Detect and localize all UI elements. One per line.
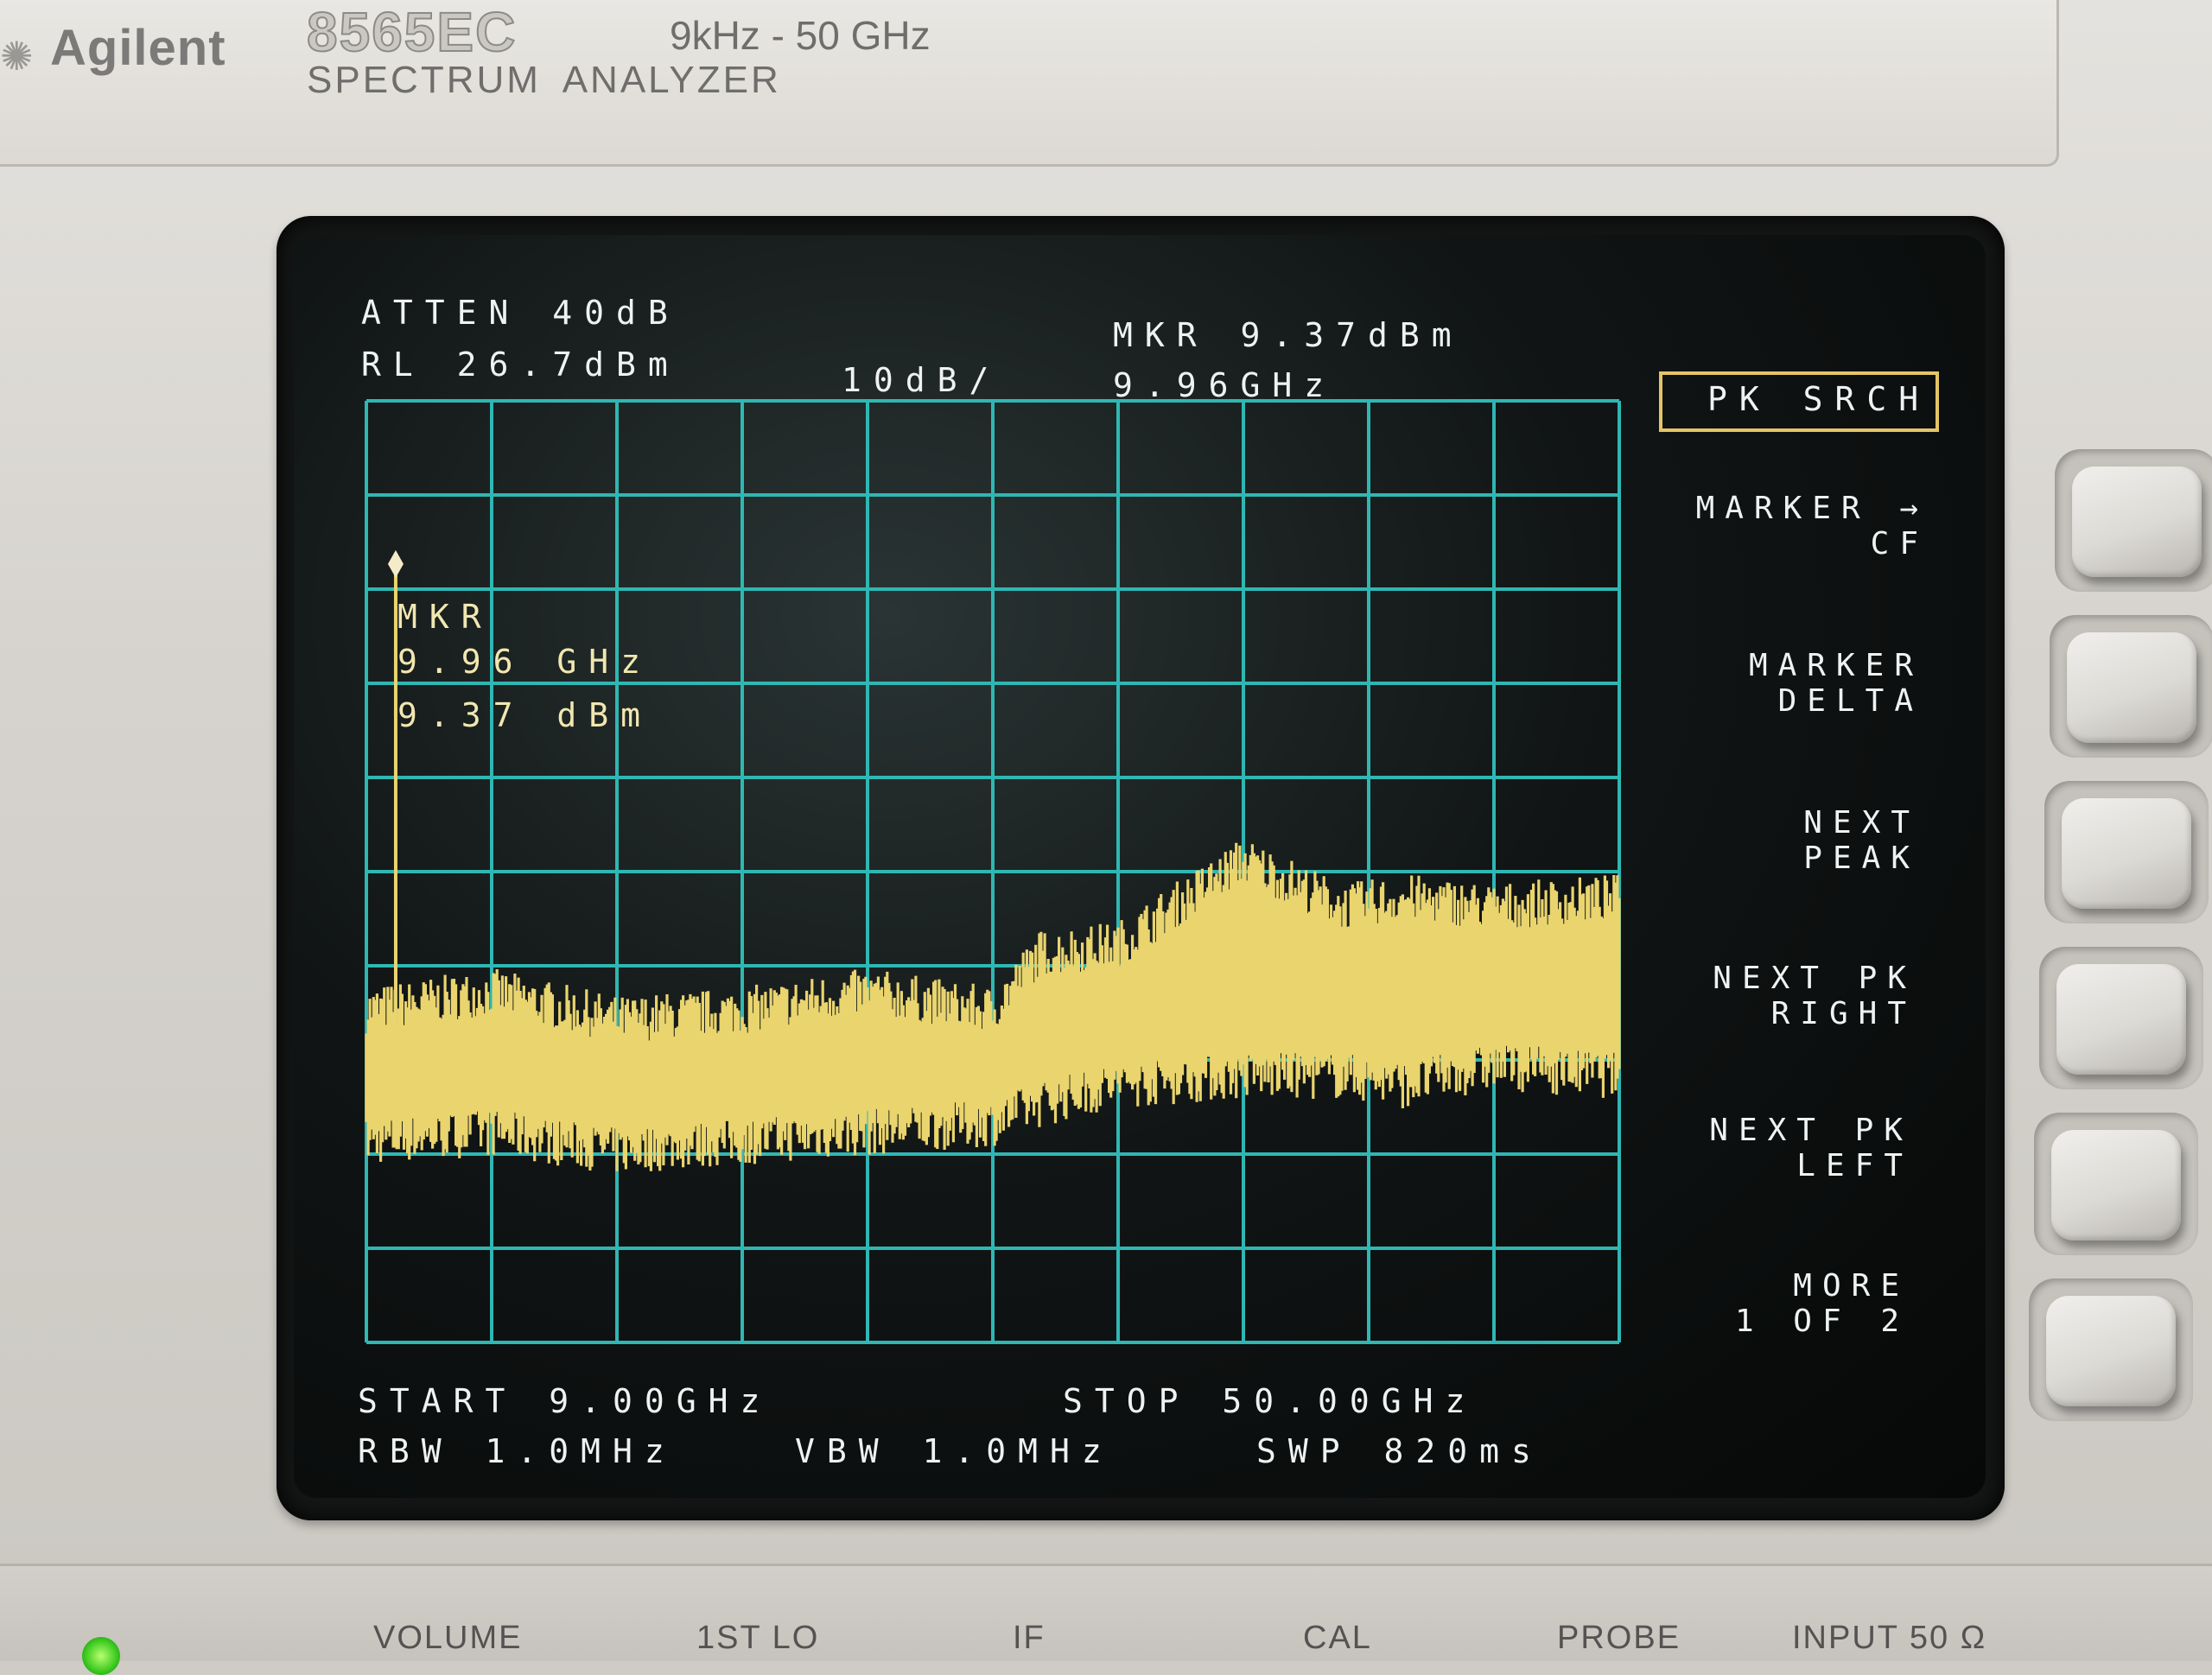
front-label-cal: CAL: [1303, 1620, 1372, 1656]
stop-frequency: STOP 50.00GHz: [1063, 1382, 1478, 1420]
softkey-button-next-pk-left[interactable]: [2051, 1130, 2181, 1240]
power-led-icon: [82, 1637, 120, 1675]
softkey-button-more[interactable]: [2046, 1296, 2176, 1406]
marker-label-amplitude: 9.37 dBm: [397, 696, 653, 734]
softkey-menu-title: PK SRCH: [1707, 380, 1931, 418]
model-number: 8565EC: [306, 0, 518, 64]
front-label-probe: PROBE: [1557, 1620, 1681, 1656]
softkey-label-marker-delta: MARKER DELTA: [1748, 648, 1923, 719]
instrument-top-panel: ✺ Agilent 8565EC 9kHz - 50 GHz SPECTRUM …: [0, 0, 2059, 167]
sweep-time-readout: SWP 820ms: [1256, 1432, 1543, 1470]
front-label-if: IF: [1013, 1620, 1046, 1656]
softkey-button-marker-cf[interactable]: [2072, 466, 2202, 577]
brand-logo-icon: ✺: [0, 33, 34, 79]
crt-screen: ATTEN 40dB RL 26.7dBm 10dB/ MKR 9.37dBm …: [294, 235, 1986, 1498]
softkey-button-next-peak[interactable]: [2062, 798, 2191, 909]
instrument-subtitle: SPECTRUM ANALYZER: [307, 59, 781, 101]
marker-diamond-icon: [387, 549, 404, 578]
vbw-readout: VBW 1.0MHz: [795, 1432, 1114, 1470]
frequency-range: 9kHz - 50 GHz: [670, 13, 931, 58]
marker-label-frequency: 9.96 GHz: [397, 643, 653, 681]
softkey-label-next-pk-right: NEXT PK RIGHT: [1713, 961, 1916, 1031]
softkey-label-next-pk-left: NEXT PK LEFT: [1709, 1113, 1913, 1183]
start-frequency: START 9.00GHz: [358, 1382, 772, 1420]
marker-label-title: MKR: [397, 598, 493, 636]
softkey-label-more: MORE 1 OF 2: [1734, 1268, 1910, 1339]
rbw-readout: RBW 1.0MHz: [358, 1432, 677, 1470]
softkey-label-next-peak: NEXT PEAK: [1803, 805, 1920, 876]
softkey-label-marker-cf: MARKER → CF: [1695, 491, 1929, 562]
softkey-button-marker-delta[interactable]: [2067, 632, 2196, 743]
softkey-button-next-pk-right[interactable]: [2056, 964, 2186, 1075]
front-label-1st-lo: 1ST LO: [696, 1620, 820, 1656]
front-label-volume: VOLUME: [373, 1620, 523, 1656]
front-label-input: INPUT 50 Ω: [1792, 1620, 1987, 1656]
brand-name: Agilent: [50, 20, 226, 76]
